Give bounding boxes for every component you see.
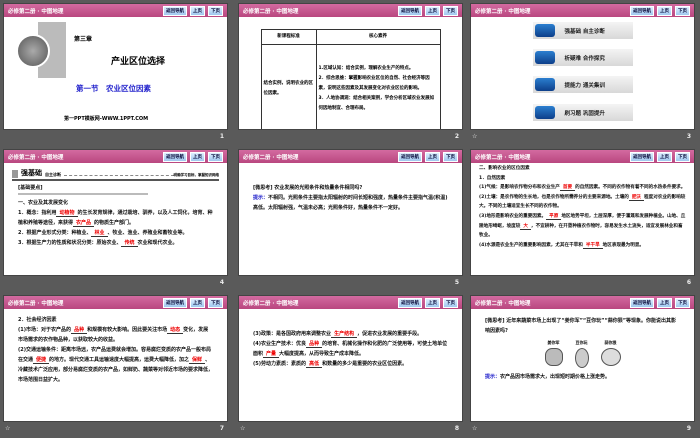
question: [微思考] 农业发展的光照条件和热量条件相同吗? xyxy=(253,185,363,191)
prev-button[interactable]: 上页 xyxy=(425,297,440,308)
slide-number: 1 xyxy=(219,133,224,140)
next-button[interactable]: 下页 xyxy=(208,151,223,162)
slide-header: 必修第二册 · 中图地理 返回导航 上页 下页 xyxy=(4,150,227,163)
next-button[interactable]: 下页 xyxy=(675,151,690,162)
next-button[interactable]: 下页 xyxy=(675,297,690,308)
star-icon[interactable]: ☆ xyxy=(472,425,477,432)
back-nav-button[interactable]: 返回导航 xyxy=(398,151,422,162)
slide-header: 必修第二册 · 中图地理 返回导航 上页 下页 xyxy=(471,296,694,309)
hint: 提示：不相同。光照条件主要指太阳辐射的时间长短和强度，热量条件主要指气温(积温)… xyxy=(253,195,448,211)
slide-number: 8 xyxy=(454,425,459,432)
chapter-image xyxy=(16,34,50,68)
prev-button[interactable]: 上页 xyxy=(190,5,205,16)
back-nav-button[interactable]: 返回导航 xyxy=(163,5,187,16)
prev-button[interactable]: 上页 xyxy=(425,5,440,16)
standards-table: 新课程标准 核心素养 结合实例，说明农业的区位因素。 1.区域认知：结合实例，理解农… xyxy=(260,29,441,129)
section-banner: 强基础 自主诊断 明确学习目标，掌握知识网络 xyxy=(12,168,219,181)
slide-thumbnail-6[interactable]: 必修第二册 · 中图地理 返回导航 上页 下页 二、影响农业的区位因素 1．自然因素 … xyxy=(467,146,697,292)
menu-button-explore[interactable]: 析疑难 合作探究 xyxy=(532,49,633,66)
next-button[interactable]: 下页 xyxy=(443,5,458,16)
slide-number: 5 xyxy=(454,279,459,286)
menu-button-basics[interactable]: 强基础 自主诊断 xyxy=(532,22,633,39)
slide-header: 必修第二册 · 中图地理 返回导航 上页 下页 xyxy=(239,4,462,17)
swirl-icon xyxy=(534,24,555,37)
prev-button[interactable]: 上页 xyxy=(657,5,672,16)
question: [微思考] 近年来蔬菜市场上出现了“姜你军”“豆你玩”“蒜你狠”等现象。你能说出… xyxy=(485,318,677,334)
next-button[interactable]: 下页 xyxy=(443,297,458,308)
cartoon-illustration: 姜你军 豆你玩 蒜你狠 xyxy=(485,338,680,368)
prev-button[interactable]: 上页 xyxy=(657,297,672,308)
slide-number: 9 xyxy=(686,425,691,432)
hint: 提示：农产品因市场需求大，出现短时期价格上涨走势。 xyxy=(485,374,611,380)
slide-thumbnail-1[interactable]: 必修第二册 · 中图地理 返回导航 上页 下页 第三章 产业区位选择 第一节 农业区位… xyxy=(0,0,230,146)
slide-number: 7 xyxy=(219,425,224,432)
slide-number: 6 xyxy=(686,279,691,286)
slide-header: 必修第二册 · 中图地理 返回导航 上页 下页 xyxy=(471,150,694,163)
prev-button[interactable]: 上页 xyxy=(657,151,672,162)
slide-header: 必修第二册 · 中图地理 返回导航 上页 下页 xyxy=(4,296,227,309)
star-icon[interactable]: ☆ xyxy=(240,425,245,432)
menu-button-training[interactable]: 提能力 通关集训 xyxy=(532,76,633,93)
slide-header: 必修第二册 · 中图地理 返回导航 上页 下页 xyxy=(239,296,462,309)
slide-thumbnail-2[interactable]: 必修第二册 · 中图地理 返回导航 上页 下页 新课程标准 核心素养 结合实例，说明农业… xyxy=(235,0,465,146)
slide-thumbnail-8[interactable]: 必修第二册 · 中图地理 返回导航 上页 下页 (3)政策：是各国政府用来调整农业 生产… xyxy=(235,292,465,438)
back-nav-button[interactable]: 返回导航 xyxy=(630,151,654,162)
slide-title: 产业区位选择 xyxy=(111,57,166,67)
back-nav-button[interactable]: 返回导航 xyxy=(163,297,187,308)
back-nav-button[interactable]: 返回导航 xyxy=(398,297,422,308)
chapter-label: 第三章 xyxy=(74,36,93,43)
prev-button[interactable]: 上页 xyxy=(190,151,205,162)
swirl-icon xyxy=(534,106,555,119)
next-button[interactable]: 下页 xyxy=(208,297,223,308)
slide-number: 4 xyxy=(219,279,224,286)
menu-button-exercises[interactable]: 刷习题 巩固提升 xyxy=(532,104,633,121)
back-nav-button[interactable]: 返回导航 xyxy=(163,151,187,162)
slide-number: 3 xyxy=(686,133,691,140)
prev-button[interactable]: 上页 xyxy=(190,297,205,308)
back-nav-button[interactable]: 返回导航 xyxy=(630,297,654,308)
footer-text: 第一PPT模板网-WWW.1PPT.COM xyxy=(64,116,149,122)
section-title: 第一节 农业区位因素 xyxy=(76,84,151,93)
slide-thumbnail-9[interactable]: 必修第二册 · 中图地理 返回导航 上页 下页 [微思考] 近年来蔬菜市场上出现了“姜… xyxy=(467,292,697,438)
back-nav-button[interactable]: 返回导航 xyxy=(398,5,422,16)
back-nav-button[interactable]: 返回导航 xyxy=(630,5,654,16)
next-button[interactable]: 下页 xyxy=(675,5,690,16)
slide-header: 必修第二册 · 中图地理 返回导航 上页 下页 xyxy=(239,150,462,163)
prev-button[interactable]: 上页 xyxy=(425,151,440,162)
slide-thumbnail-3[interactable]: 必修第二册 · 中图地理 返回导航 上页 下页 强基础 自主诊断 析疑难 合作探究 提… xyxy=(467,0,697,146)
slide-thumbnail-5[interactable]: 必修第二册 · 中图地理 返回导航 上页 下页 [微思考] 农业发展的光照条件和热量条… xyxy=(235,146,465,292)
swirl-icon xyxy=(534,78,555,91)
next-button[interactable]: 下页 xyxy=(208,5,223,16)
swirl-icon xyxy=(534,51,555,64)
slide-thumbnail-4[interactable]: 必修第二册 · 中图地理 返回导航 上页 下页 强基础 自主诊断 明确学习目标，掌握知识网… xyxy=(0,146,230,292)
star-icon[interactable]: ☆ xyxy=(472,133,477,140)
slide-header: 必修第二册 · 中图地理 返回导航 上页 下页 xyxy=(4,4,227,17)
star-icon[interactable]: ☆ xyxy=(5,425,10,432)
slide-thumbnail-7[interactable]: 必修第二册 · 中图地理 返回导航 上页 下页 2．社会经济因素 (1)市场：对于农产… xyxy=(0,292,230,438)
slide-number: 2 xyxy=(454,133,459,140)
next-button[interactable]: 下页 xyxy=(443,151,458,162)
slide-header: 必修第二册 · 中图地理 返回导航 上页 下页 xyxy=(471,4,694,17)
